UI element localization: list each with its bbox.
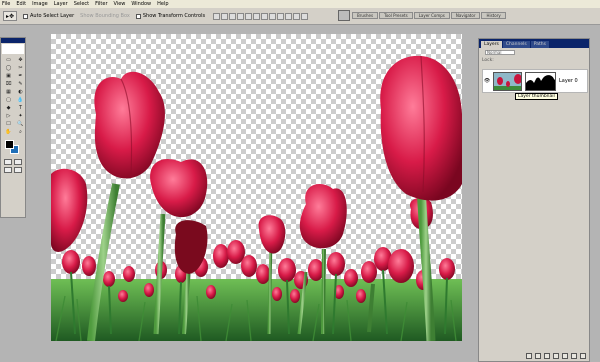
standard-mode-icon[interactable] <box>4 159 12 165</box>
tab-channels[interactable]: Channels <box>502 41 530 48</box>
align-top-icon[interactable] <box>213 12 221 20</box>
path-select-icon[interactable]: ▷ <box>3 112 14 119</box>
layer-name[interactable]: Layer 0 <box>559 78 578 84</box>
align-middle-icon[interactable] <box>221 12 229 20</box>
screen-mode-full-icon[interactable] <box>14 167 22 173</box>
menu-select[interactable]: Select <box>74 1 89 7</box>
well-tab-history[interactable]: History <box>481 12 506 19</box>
menu-view[interactable]: View <box>114 1 126 7</box>
brush-tool-icon[interactable]: ✎ <box>15 80 26 87</box>
color-swatches <box>3 138 23 156</box>
magic-wand-icon[interactable]: ✂ <box>15 64 26 71</box>
align-right-icon[interactable] <box>253 12 261 20</box>
layers-panel: Layers Channels Paths Normal Lock: 👁 Lay… <box>478 38 590 362</box>
palette-well: Brushes Tool Presets Layer Comps Navigat… <box>338 10 507 21</box>
healing-brush-icon[interactable]: ⌧ <box>3 80 14 87</box>
quick-mask-icon[interactable] <box>14 159 22 165</box>
eye-icon[interactable]: 👁 <box>483 78 491 84</box>
screen-mode-standard-icon[interactable] <box>4 167 12 173</box>
tab-paths[interactable]: Paths <box>530 41 549 48</box>
menu-help[interactable]: Help <box>157 1 168 7</box>
distribute-middle-icon[interactable] <box>269 12 277 20</box>
menu-image[interactable]: Image <box>32 1 48 7</box>
distribute-left-icon[interactable] <box>285 12 293 20</box>
slice-tool-icon[interactable]: ✒ <box>15 72 26 79</box>
marquee-tool-icon[interactable]: ▭ <box>3 56 14 63</box>
menu-bar: File Edit Image Layer Select Filter View… <box>0 0 600 8</box>
menu-filter[interactable]: Filter <box>95 1 107 7</box>
distribute-bottom-icon[interactable] <box>277 12 285 20</box>
type-tool-icon[interactable]: T <box>15 104 26 111</box>
auto-select-checkbox[interactable]: Auto Select Layer <box>23 13 74 19</box>
well-tab-layer-comps[interactable]: Layer Comps <box>413 12 450 19</box>
options-bar: ▸✥ Auto Select Layer Show Bounding Box S… <box>0 8 600 25</box>
mask-modes <box>1 158 25 166</box>
crop-tool-icon[interactable]: ▣ <box>3 72 14 79</box>
distribute-right-icon[interactable] <box>301 12 309 20</box>
transform-controls-checkbox[interactable]: Show Transform Controls <box>135 13 206 19</box>
align-buttons <box>213 12 309 20</box>
clone-stamp-icon[interactable]: ▦ <box>3 88 14 95</box>
layer-row[interactable]: 👁 Layer 0 <box>482 69 588 93</box>
well-tab-tool-presets[interactable]: Tool Presets <box>379 12 413 19</box>
trash-icon[interactable] <box>580 353 586 359</box>
layer-thumbnail[interactable] <box>493 71 522 91</box>
align-center-icon[interactable] <box>245 12 253 20</box>
transform-controls-label: Show Transform Controls <box>142 13 206 19</box>
zoom-tool-icon[interactable]: 🔍 <box>15 120 26 127</box>
move-tool-icon[interactable]: ▸✥ <box>3 11 17 21</box>
eraser-tool-icon[interactable]: ▢ <box>3 96 14 103</box>
lock-row: Lock: <box>479 56 589 64</box>
align-bottom-icon[interactable] <box>229 12 237 20</box>
menu-layer[interactable]: Layer <box>54 1 68 7</box>
pen-tool-icon[interactable]: ✦ <box>15 112 26 119</box>
history-brush-icon[interactable]: ◐ <box>15 88 26 95</box>
blend-mode-row: Normal <box>479 48 589 56</box>
menu-file[interactable]: File <box>2 1 10 7</box>
menu-edit[interactable]: Edit <box>16 1 26 7</box>
panel-footer <box>479 351 589 361</box>
lasso-tool-icon[interactable]: ◯ <box>3 64 14 71</box>
app-logo[interactable] <box>2 44 24 54</box>
shape-tool-icon[interactable]: ☐ <box>3 120 14 127</box>
toolbox-titlebar[interactable] <box>1 38 25 43</box>
checkbox-box[interactable] <box>135 13 141 19</box>
screen-modes <box>1 166 25 174</box>
tulip-field <box>51 240 462 341</box>
tulip-image <box>51 55 462 341</box>
palette-well-icon[interactable] <box>338 10 350 21</box>
lock-label: Lock: <box>482 57 494 63</box>
layer-thumbnail-tooltip: Layer thumbnail <box>515 93 558 100</box>
tool-grid: ▭ ✥ ◯ ✂ ▣ ✒ ⌧ ✎ ▦ ◐ ▢ 💧 ◆ T ▷ ✦ ☐ 🔍 ✋ ⌕ <box>1 55 25 136</box>
menu-window[interactable]: Window <box>131 1 151 7</box>
foreground-color[interactable] <box>5 140 14 149</box>
new-layer-icon[interactable] <box>571 353 577 359</box>
checkbox-box[interactable] <box>23 13 28 19</box>
align-left-icon[interactable] <box>237 12 245 20</box>
move-tool-icon[interactable]: ✥ <box>15 56 26 63</box>
show-bounds-label: Show Bounding Box <box>80 13 130 19</box>
distribute-top-icon[interactable] <box>261 12 269 20</box>
layer-style-icon[interactable] <box>535 353 541 359</box>
layer-mask-thumbnail[interactable] <box>525 71 556 91</box>
blend-mode-select[interactable]: Normal <box>485 49 515 55</box>
document-canvas[interactable] <box>51 34 462 341</box>
well-tab-navigator[interactable]: Navigator <box>450 12 481 19</box>
gradient-tool-icon[interactable]: 💧 <box>15 96 26 103</box>
hand-tool-icon[interactable]: ✋ <box>3 128 14 135</box>
dodge-tool-icon[interactable]: ◆ <box>3 104 14 111</box>
add-mask-icon[interactable] <box>544 353 550 359</box>
link-layers-icon[interactable] <box>526 353 532 359</box>
well-tab-brushes[interactable]: Brushes <box>352 12 379 19</box>
tab-layers[interactable]: Layers <box>481 41 502 48</box>
toolbox: ▭ ✥ ◯ ✂ ▣ ✒ ⌧ ✎ ▦ ◐ ▢ 💧 ◆ T ▷ ✦ ☐ 🔍 ✋ ⌕ <box>0 37 26 218</box>
adjustment-layer-icon[interactable] <box>553 353 559 359</box>
new-group-icon[interactable] <box>562 353 568 359</box>
panel-tabs: Layers Channels Paths <box>479 39 589 48</box>
auto-select-label: Auto Select Layer <box>30 13 75 19</box>
eyedropper-icon[interactable]: ⌕ <box>15 128 26 135</box>
distribute-center-icon[interactable] <box>293 12 301 20</box>
